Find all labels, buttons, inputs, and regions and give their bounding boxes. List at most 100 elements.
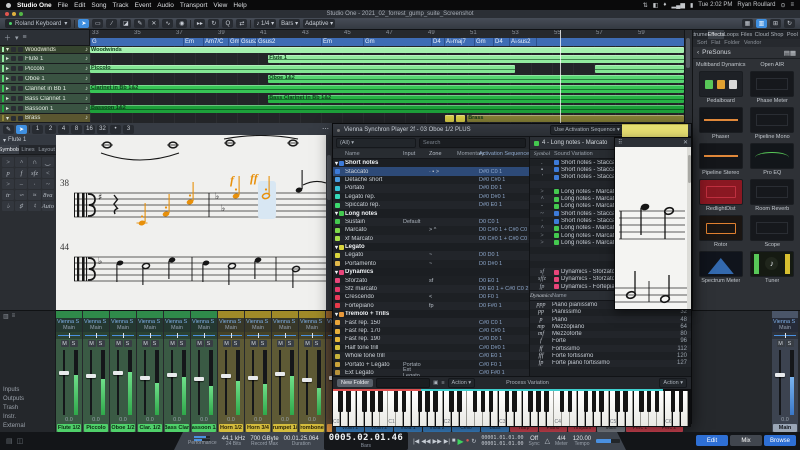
- dynamics-row-fff[interactable]: fffForte fortissimo120: [530, 352, 691, 359]
- musical-symbols-panel[interactable]: ⠿ ✕: [614, 137, 692, 310]
- strip-instrument[interactable]: Vienna S 1/2Main: [191, 318, 217, 332]
- stop-button[interactable]: ■: [452, 438, 456, 444]
- track-header-piccolo[interactable]: ▸Piccolo♪: [0, 64, 90, 74]
- macro-play[interactable]: ▸▸: [194, 19, 205, 28]
- mixer-strip-flute-1-2[interactable]: Vienna S 1/2MainMS0.0Flute 1/2: [56, 311, 82, 433]
- plugin-card-redlightdist[interactable]: RedlightDist: [696, 179, 746, 212]
- mute-button[interactable]: M: [169, 340, 177, 347]
- metronome-icon[interactable]: △: [545, 437, 550, 445]
- piano-key-black[interactable]: [544, 391, 549, 412]
- edit-view-button[interactable]: Edit: [696, 435, 728, 446]
- menu-edit[interactable]: Edit: [74, 2, 85, 9]
- piano-key-black[interactable]: [615, 391, 620, 412]
- refresh-icon[interactable]: ↻: [784, 19, 795, 28]
- fader-area[interactable]: [299, 348, 325, 417]
- chord-em[interactable]: Em: [183, 38, 203, 46]
- palette-symbol-p[interactable]: p: [2, 168, 14, 178]
- palette-symbol-x[interactable]: ~: [42, 179, 54, 189]
- chord-d4[interactable]: D4: [493, 38, 509, 46]
- browser-tab-cloud[interactable]: Cloud: [754, 30, 769, 39]
- solo-button[interactable]: [18, 76, 23, 81]
- pan-control[interactable]: [137, 332, 163, 339]
- solo-button[interactable]: S: [232, 340, 240, 347]
- folder-expand-icon[interactable]: ▾: [335, 244, 338, 251]
- duration-1[interactable]: 1: [32, 125, 43, 134]
- mixer-strip-horn-3-4[interactable]: Vienna S 1/2MainMS0.0Horn 3/4: [245, 311, 271, 433]
- mixer-view-icon[interactable]: ▦: [742, 19, 753, 28]
- track-expand-icon[interactable]: ▸: [6, 95, 9, 102]
- piano-key-black[interactable]: [418, 391, 423, 412]
- fader-handle[interactable]: [194, 377, 204, 381]
- delete-icon[interactable]: ≡: [441, 380, 444, 386]
- menu-song[interactable]: Song: [91, 2, 106, 9]
- pan-control[interactable]: [191, 332, 217, 339]
- eraser-tool[interactable]: ◪: [120, 19, 131, 28]
- mute-button[interactable]: M: [196, 340, 204, 347]
- close-window-icon[interactable]: [5, 12, 9, 16]
- list-icon[interactable]: ≡: [12, 313, 16, 320]
- palette-symbol-sfz[interactable]: sfz: [28, 168, 40, 178]
- mute-button[interactable]: [11, 96, 16, 101]
- performance-meter[interactable]: Performance: [188, 436, 217, 446]
- search-input[interactable]: Search: [419, 138, 526, 148]
- solo-button[interactable]: S: [178, 340, 186, 347]
- plugin-card-room-reverb[interactable]: Room Reverb: [748, 179, 797, 212]
- pan-control[interactable]: [245, 332, 271, 339]
- browser-tab-effects[interactable]: Effects: [708, 30, 723, 39]
- solo-button[interactable]: [18, 86, 23, 91]
- timebase-select[interactable]: Bars ▾: [279, 19, 300, 28]
- console-nav-outputs[interactable]: Outputs: [3, 395, 52, 404]
- macro-loop[interactable]: ↻: [208, 19, 219, 28]
- variation-row-whole-tone-trill[interactable]: Whole tone trillC#0 E0 1: [333, 352, 529, 360]
- part-extra[interactable]: [445, 115, 454, 122]
- strip-instrument[interactable]: Vienna S 1/2Main: [83, 318, 109, 332]
- chord-empty[interactable]: [536, 38, 684, 46]
- score-editor[interactable]: ✎➤12481632•3⋯▾Flute 1SymbolsLinesLayout>…: [0, 123, 332, 310]
- midi-device-monitor[interactable]: Roland Keyboard▾: [5, 19, 71, 28]
- solo-button[interactable]: S: [286, 340, 294, 347]
- playhead[interactable]: [560, 30, 561, 123]
- browser-panel[interactable]: InstrumentsEffectsLoopsFilesCloudShopPoo…: [692, 30, 800, 310]
- piano-key-black[interactable]: [489, 391, 494, 412]
- mute-button[interactable]: [11, 86, 16, 91]
- variation-row-crescendo[interactable]: Crescendo<D0 F0 1: [333, 293, 529, 301]
- bank-icon[interactable]: ▥: [3, 313, 9, 320]
- dynamics-row-f[interactable]: fForte96: [530, 338, 691, 345]
- solo-button[interactable]: S: [124, 340, 132, 347]
- score-page[interactable]: 38♯♭♭fff44♭: [56, 135, 326, 310]
- piano-key-black[interactable]: [449, 391, 454, 412]
- variation-row-fortepiano[interactable]: FortepianofpD0 F#0 1: [333, 302, 529, 310]
- loop-range[interactable]: 00001.01.01.00 00001.01.01.00: [481, 435, 523, 447]
- drag-handle-icon[interactable]: ⠿: [618, 139, 622, 146]
- fader-handle[interactable]: [275, 372, 285, 376]
- duration-x[interactable]: •: [110, 125, 121, 134]
- macro-quantize[interactable]: Q: [222, 19, 233, 28]
- menu-studio-one[interactable]: Studio One: [17, 2, 52, 9]
- action-dropdown[interactable]: Action ▾: [448, 378, 476, 388]
- mute-button[interactable]: [11, 66, 16, 71]
- strip-instrument[interactable]: Vienna S 1/2Main: [164, 318, 190, 332]
- palette-symbol-f[interactable]: f: [15, 168, 27, 178]
- palette-symbol-x[interactable]: <: [42, 168, 54, 178]
- strip-instrument[interactable]: Vienna S 1/2Main: [245, 318, 271, 332]
- variation-row-portato[interactable]: PortatoD#0 D0 1: [333, 184, 529, 192]
- activation-sequence-dropdown[interactable]: Use Activation Sequence ▾: [550, 125, 623, 135]
- fader-area[interactable]: [772, 348, 798, 417]
- mixer-strip-trombones[interactable]: Vienna S 1/2MainMS0.0Trombones: [299, 311, 325, 433]
- status-icon-4[interactable]: ▮: [690, 2, 693, 9]
- control-center-icon[interactable]: ≡: [790, 2, 794, 8]
- mixer-strip-main[interactable]: Vienna S 1/2MainMS0.0Main: [772, 311, 798, 433]
- zoom-window-icon[interactable]: [19, 12, 23, 16]
- strip-instrument[interactable]: Vienna S 1/2Main: [110, 318, 136, 332]
- variation-row-short-notes[interactable]: ▾Short notes: [333, 159, 529, 167]
- piano-key-black[interactable]: [481, 391, 486, 412]
- pan-control[interactable]: [218, 332, 244, 339]
- range-tool[interactable]: ▭: [92, 19, 103, 28]
- browser-tab-pool[interactable]: Pool: [785, 30, 800, 39]
- part-flute-1[interactable]: Flute 1: [268, 55, 684, 63]
- time-display[interactable]: 0005.02.01.46Bars: [324, 432, 408, 450]
- mixer-strip-horn-1-2[interactable]: Vienna S 1/2MainMS0.0Horn 1/2: [218, 311, 244, 433]
- score-track-select[interactable]: ▾Flute 1: [0, 135, 56, 145]
- fader-area[interactable]: [218, 348, 244, 417]
- bend-tool[interactable]: ∿: [162, 19, 173, 28]
